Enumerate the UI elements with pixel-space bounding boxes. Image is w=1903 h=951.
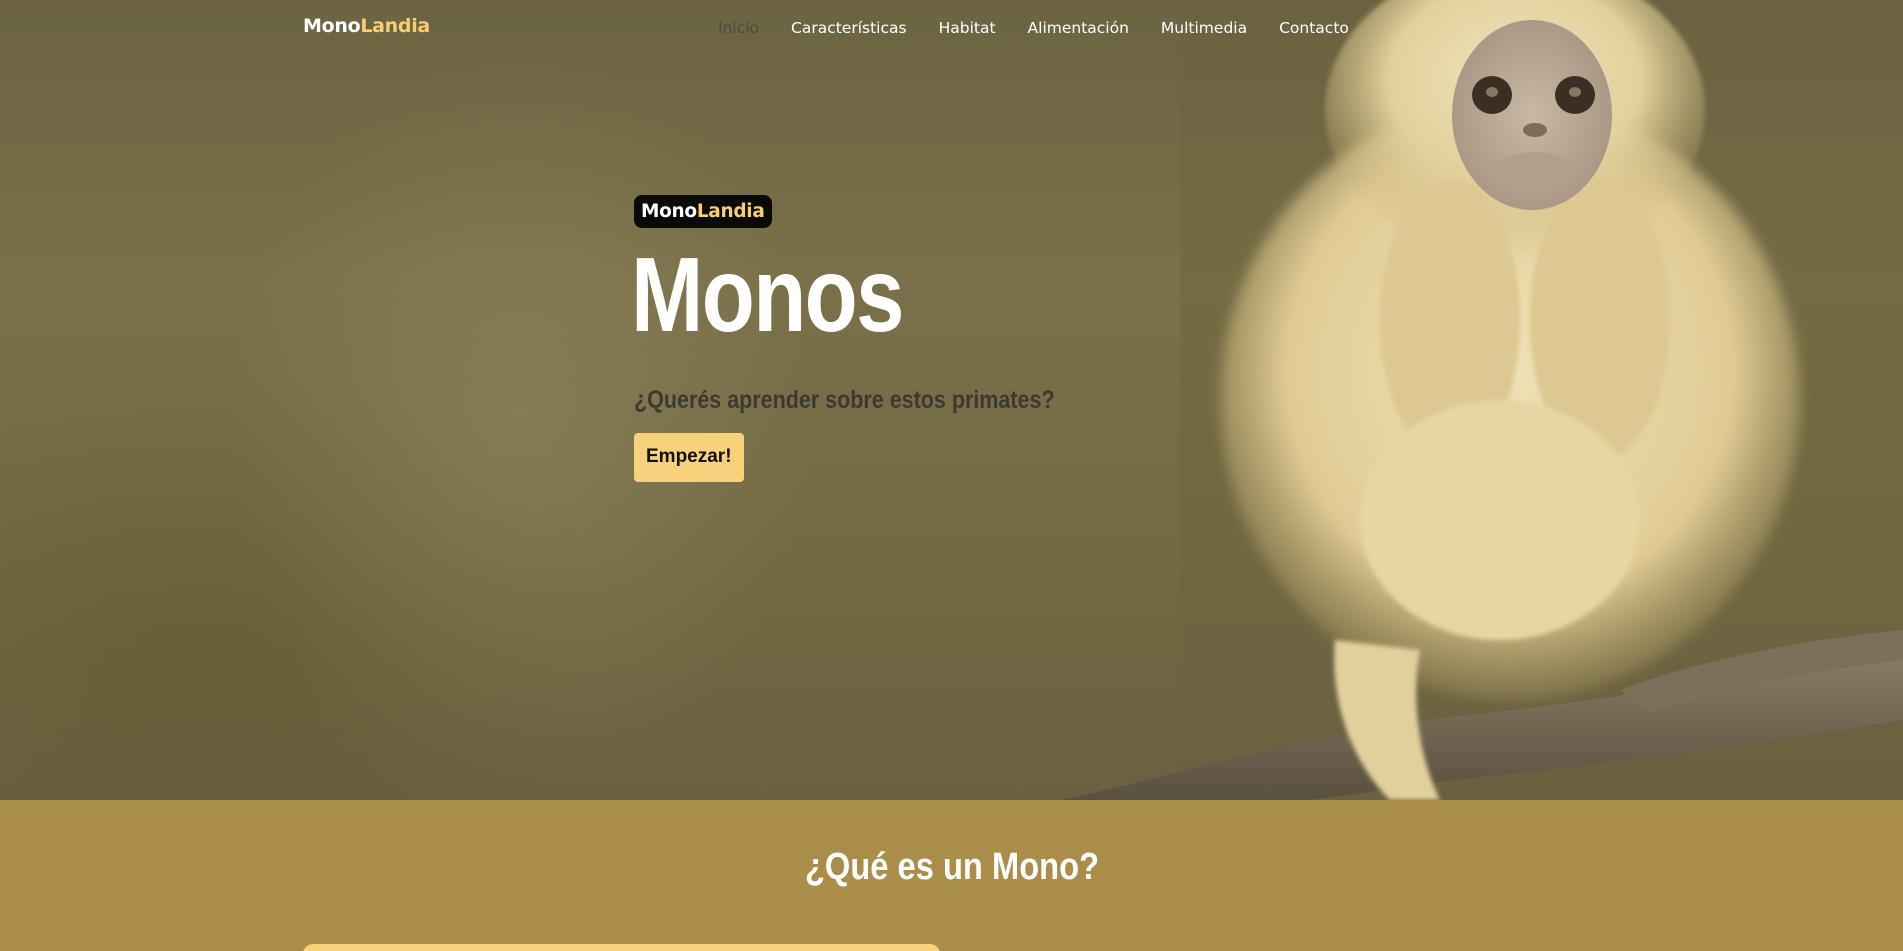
- section-title: ¿Qué es un Mono?: [0, 846, 1903, 889]
- hero-section: MonoLandia Inicio Características Habita…: [0, 0, 1903, 800]
- nav-links: Inicio Características Habitat Alimentac…: [718, 19, 1381, 37]
- brand-logo-link[interactable]: MonoLandia: [303, 15, 430, 37]
- what-is-monkey-section: ¿Qué es un Mono?: [0, 800, 1903, 951]
- brand-mono-text: Mono: [303, 15, 361, 37]
- badge-landia-text: Landia: [696, 201, 765, 222]
- badge-mono-text: Mono: [641, 201, 697, 222]
- page: MonoLandia Inicio Características Habita…: [0, 0, 1903, 951]
- section-title-text: ¿Qué es un Mono?: [804, 846, 1099, 888]
- nav-link-alimentacion[interactable]: Alimentación: [1028, 19, 1129, 37]
- top-navbar: MonoLandia Inicio Características Habita…: [0, 0, 1903, 56]
- nav-link-caracteristicas[interactable]: Características: [791, 19, 907, 37]
- nav-link-inicio[interactable]: Inicio: [718, 19, 759, 37]
- hero-title: Monos: [631, 236, 904, 354]
- start-button[interactable]: Empezar!: [634, 433, 744, 482]
- hero-content: MonoLandia Monos ¿Querés aprender sobre …: [631, 195, 1194, 482]
- info-card: [303, 944, 940, 951]
- nav-link-multimedia[interactable]: Multimedia: [1161, 19, 1247, 37]
- hero-subtitle: ¿Querés aprender sobre estos primates?: [634, 386, 1055, 414]
- nav-link-habitat[interactable]: Habitat: [939, 19, 996, 37]
- hero-brand-badge: MonoLandia: [634, 195, 772, 228]
- nav-link-contacto[interactable]: Contacto: [1279, 19, 1349, 37]
- brand-landia-text: Landia: [360, 15, 430, 37]
